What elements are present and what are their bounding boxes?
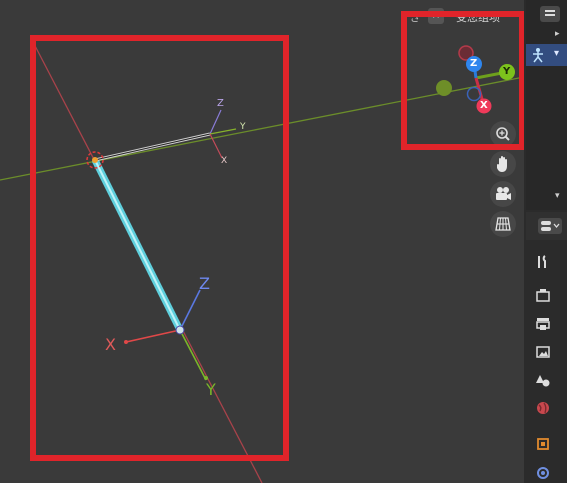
render-camera-icon <box>536 289 550 302</box>
expand-arrow-icon[interactable]: ▸ <box>555 29 560 39</box>
toggle-icon <box>541 221 560 231</box>
pan-hand-icon[interactable] <box>490 151 516 177</box>
output-tab[interactable] <box>530 313 556 335</box>
view-layer-tab[interactable] <box>530 341 556 363</box>
ring-icon <box>537 467 549 479</box>
collapse-arrow-icon[interactable]: ▾ <box>554 48 559 59</box>
scroll-down-icon[interactable]: ▾ <box>555 191 560 201</box>
outliner-filter-button[interactable] <box>540 6 560 22</box>
highlight-box-gizmo <box>401 11 525 150</box>
object-square-icon <box>537 438 549 450</box>
3d-viewport[interactable]: Z Y X Z Y X Z Y X ぎ × 受您组项 ▾ <box>0 0 567 483</box>
image-icon <box>536 346 550 358</box>
modifier-tab[interactable] <box>530 461 556 483</box>
perspective-grid-icon <box>495 217 511 231</box>
wrench-screwdriver-icon <box>538 255 546 268</box>
camera-icon[interactable] <box>490 181 516 207</box>
render-tab[interactable] <box>530 284 556 306</box>
grid-icon[interactable] <box>490 211 516 237</box>
globe-icon <box>537 402 549 414</box>
outliner-selected-row[interactable]: ▾ <box>526 44 567 66</box>
video-camera-icon <box>496 187 511 200</box>
properties-header <box>526 212 567 240</box>
object-tab[interactable] <box>530 433 556 455</box>
armature-icon <box>533 48 543 63</box>
hand-icon <box>497 156 507 172</box>
highlight-box-bones <box>30 35 289 461</box>
scene-shapes-icon <box>536 375 550 387</box>
tool-settings-tab[interactable] <box>530 251 556 273</box>
outliner-panel[interactable]: ▸ ▾ ▾ <box>526 0 567 210</box>
filter-icon <box>545 10 555 16</box>
printer-icon <box>536 318 550 330</box>
world-tab[interactable] <box>530 397 556 419</box>
properties-toggle-button[interactable] <box>538 218 562 234</box>
scene-tab[interactable] <box>530 369 556 391</box>
